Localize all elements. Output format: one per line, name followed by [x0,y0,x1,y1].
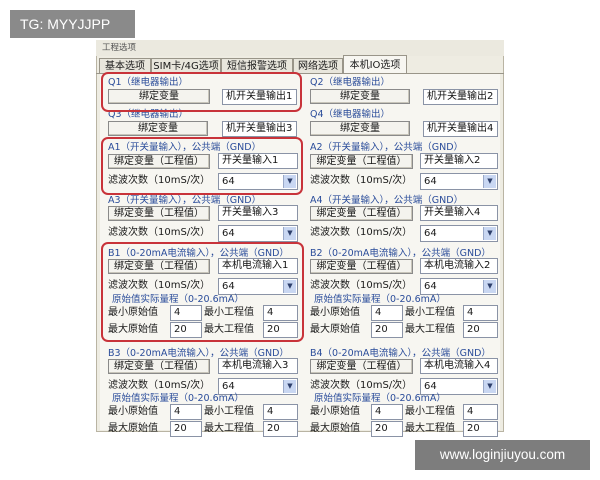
q2-bind-button[interactable]: 绑定变量 [310,89,410,104]
tab-local-io[interactable]: 本机IO选项 [343,55,407,74]
b2-filter-label: 滤波次数（10mS/次） [310,280,413,291]
b3-max-raw-input[interactable]: 20 [170,421,202,437]
b2-max-eng-input[interactable]: 20 [463,322,498,338]
q2-variable-field[interactable]: 机开关量输出2 [423,89,498,105]
b3-min-eng-label: 最小工程值 [204,406,254,417]
a4-bind-button[interactable]: 绑定变量（工程值） [310,206,413,221]
a3-filter-value: 64 [222,228,235,239]
b3-min-raw-input[interactable]: 4 [170,404,202,420]
b3-bind-button[interactable]: 绑定变量（工程值） [108,359,210,374]
a3-variable-field[interactable]: 开关量输入3 [218,205,298,221]
b2-max-eng-label: 最大工程值 [405,324,455,335]
a2-filter-label: 滤波次数（10mS/次） [310,175,413,186]
chevron-down-icon[interactable]: ▼ [483,280,496,293]
q4-variable-field[interactable]: 机开关量输出4 [423,121,498,137]
b2-min-eng-input[interactable]: 4 [463,305,498,321]
watermark-bottom-right: www.loginjiuyou.com [415,440,590,470]
a2-variable-field[interactable]: 开关量输入2 [420,153,498,169]
b2-filter-value: 64 [424,281,437,292]
window-title: 工程选项 [96,40,504,56]
a3-filter-select[interactable]: 64 ▼ [218,225,298,242]
b4-max-raw-input[interactable]: 20 [371,421,403,437]
chevron-down-icon[interactable]: ▼ [283,380,296,393]
a2-filter-select[interactable]: 64 ▼ [420,173,498,190]
a4-filter-label: 滤波次数（10mS/次） [310,227,413,238]
a4-filter-value: 64 [424,228,437,239]
q3-bind-button[interactable]: 绑定变量 [108,121,208,136]
b4-min-eng-input[interactable]: 4 [463,404,498,420]
a3-filter-label: 滤波次数（10mS/次） [108,227,211,238]
b3-filter-label: 滤波次数（10mS/次） [108,380,211,391]
b3-max-eng-input[interactable]: 20 [263,421,298,437]
watermark-top-left: TG: MYYJJPP [10,10,135,38]
chevron-down-icon[interactable]: ▼ [483,227,496,240]
b4-variable-field[interactable]: 本机电流输入4 [420,358,498,374]
q2-title: Q2（继电器输出） [310,77,391,88]
a2-bind-button[interactable]: 绑定变量（工程值） [310,154,413,169]
b4-min-raw-input[interactable]: 4 [371,404,403,420]
b4-min-eng-label: 最小工程值 [405,406,455,417]
a3-bind-button[interactable]: 绑定变量（工程值） [108,206,210,221]
b4-max-eng-input[interactable]: 20 [463,421,498,437]
b2-bind-button[interactable]: 绑定变量（工程值） [310,259,413,274]
chevron-down-icon[interactable]: ▼ [483,175,496,188]
a4-filter-select[interactable]: 64 ▼ [420,225,498,242]
b2-max-raw-label: 最大原始值 [310,324,360,335]
chevron-down-icon[interactable]: ▼ [483,380,496,393]
b4-max-raw-label: 最大原始值 [310,423,360,434]
b2-min-eng-label: 最小工程值 [405,307,455,318]
b3-variable-field[interactable]: 本机电流输入3 [218,358,298,374]
b2-min-raw-input[interactable]: 4 [371,305,403,321]
b3-filter-value: 64 [222,381,235,392]
b4-filter-value: 64 [424,381,437,392]
highlight-q1 [101,72,302,112]
highlight-a1 [101,137,303,195]
q3-variable-field[interactable]: 机开关量输出3 [222,121,297,137]
q4-bind-button[interactable]: 绑定变量 [310,121,410,136]
b2-max-raw-input[interactable]: 20 [371,322,403,338]
b3-max-eng-label: 最大工程值 [204,423,254,434]
b4-bind-button[interactable]: 绑定变量（工程值） [310,359,413,374]
b4-max-eng-label: 最大工程值 [405,423,455,434]
b4-min-raw-label: 最小原始值 [310,406,360,417]
b3-min-raw-label: 最小原始值 [108,406,158,417]
a2-filter-value: 64 [424,176,437,187]
b2-filter-select[interactable]: 64 ▼ [420,278,498,295]
chevron-down-icon[interactable]: ▼ [283,227,296,240]
b3-max-raw-label: 最大原始值 [108,423,158,434]
b2-min-raw-label: 最小原始值 [310,307,360,318]
b3-min-eng-input[interactable]: 4 [263,404,298,420]
b4-filter-label: 滤波次数（10mS/次） [310,380,413,391]
q4-title: Q4（继电器输出） [310,109,391,120]
b2-variable-field[interactable]: 本机电流输入2 [420,258,498,274]
a4-variable-field[interactable]: 开关量输入4 [420,205,498,221]
highlight-b1 [101,242,304,342]
tab-network[interactable]: 网络选项 [293,58,343,74]
